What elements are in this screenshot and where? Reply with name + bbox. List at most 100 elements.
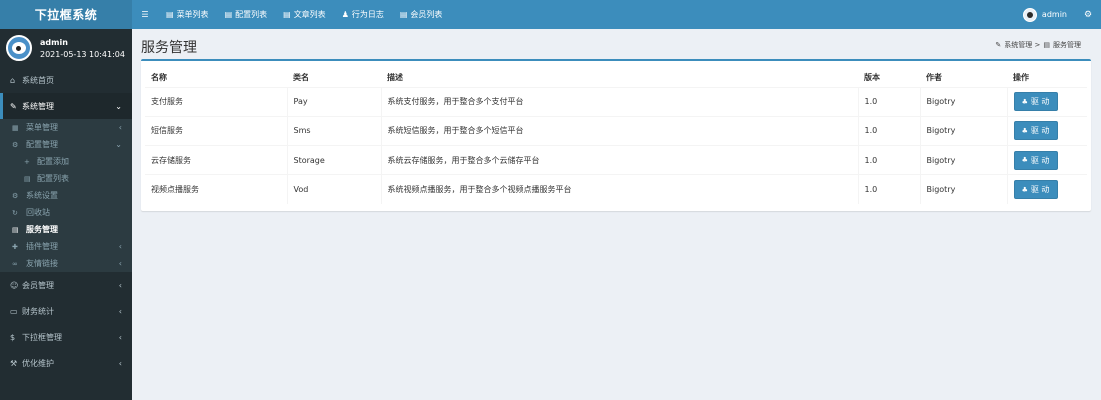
col-header-author: 作者 (920, 69, 1007, 88)
sitemap-icon: ♣ (1021, 126, 1028, 135)
sidebar-item-service[interactable]: ▤ 服务管理 (0, 221, 132, 238)
chevron-left-icon: ‹ (118, 306, 122, 316)
breadcrumb-parent[interactable]: 系统管理 > (1004, 40, 1040, 50)
topnav-article-list[interactable]: ▤ 文章列表 (275, 0, 334, 29)
drive-button[interactable]: ♣ 驱 动 (1013, 180, 1058, 200)
drive-button[interactable]: ♣ 驱 动 (1013, 150, 1058, 170)
sidebar-item-config[interactable]: ⚙ 配置管理 ⌄ (0, 136, 132, 153)
drive-button[interactable]: ♣ 驱 动 (1013, 121, 1058, 141)
sidebar-item-home[interactable]: ⌂ 系统首页 (0, 67, 132, 93)
sidebar-item-links[interactable]: ∞ 友情链接 ‹ (0, 255, 132, 272)
table-row: 视频点播服务 Vod 系统视频点播服务，用于整合多个视频点播服务平台 1.0 B… (145, 174, 1087, 205)
chevron-left-icon: ‹ (118, 242, 122, 251)
system-submenu: ▦ 菜单管理 ‹ ⚙ 配置管理 ⌄ + 配置添加 ▤ 配置列表 ⚙ 系统设置 ↻ 回收站 ▤ 服务… (0, 119, 132, 272)
cell-desc: 系统云存储服务，用于整合多个云储存平台 (380, 145, 858, 175)
footprint-icon: ♟ (341, 10, 349, 19)
chevron-left-icon: ‹ (118, 332, 122, 342)
cell-name: 云存储服务 (145, 145, 287, 175)
cell-action: ♣ 驱 动 (1006, 115, 1087, 146)
gear-icon: ⚙ (12, 140, 19, 149)
sidebar-item-settings[interactable]: ⚙ 系统设置 (0, 187, 132, 204)
col-header-name: 名称 (145, 69, 287, 88)
sidebar-item-member[interactable]: ☺ 会员管理 ‹ (0, 272, 132, 298)
recycle-icon: ↻ (12, 208, 18, 217)
cell-action: ♣ 驱 动 (1006, 86, 1087, 117)
th-icon: ▦ (12, 123, 19, 132)
top-navbar: ☰ ▤ 菜单列表 ▤ 配置列表 ▤ 文章列表 ♟ 行为日志 ▤ 会员列表 admin ⚙ (132, 0, 1101, 29)
topnav-menu-list[interactable]: ▤ 菜单列表 (158, 0, 217, 29)
sidebar-toggle-icon[interactable]: ☰ (132, 0, 158, 29)
cell-author: Bigotry (919, 174, 1007, 205)
list-icon: ▤ (224, 10, 233, 19)
cell-version: 1.0 (857, 115, 920, 146)
link-icon: ∞ (12, 259, 18, 268)
list-icon: ▤ (1043, 41, 1050, 49)
sitemap-icon: ♣ (1021, 185, 1028, 194)
drive-button[interactable]: ♣ 驱 动 (1013, 92, 1058, 112)
service-table-box: 名称 类名 描述 版本 作者 操作 支付服务 Pay 系统支付服务，用于整合多个… (141, 59, 1091, 211)
chevron-left-icon: ‹ (118, 259, 122, 268)
plus-icon: + (24, 157, 30, 166)
list-icon: ▤ (166, 10, 174, 19)
list-icon: ▤ (12, 225, 19, 234)
breadcrumb-current: 服务管理 (1053, 41, 1081, 49)
top-user-name[interactable]: admin (1042, 10, 1067, 19)
cell-author: Bigotry (919, 145, 1007, 175)
cell-name: 短信服务 (145, 115, 287, 146)
user-avatar-small[interactable] (1022, 7, 1037, 22)
topnav-config-list[interactable]: ▤ 配置列表 (217, 0, 276, 29)
cell-version: 1.0 (857, 86, 920, 117)
chevron-down-icon: ⌄ (115, 140, 122, 149)
sitemap-icon: ♣ (1021, 156, 1028, 165)
breadcrumb: ✎ 系统管理 > ▤ 服务管理 (995, 40, 1084, 50)
content-header: 服务管理 ✎ 系统管理 > ▤ 服务管理 (132, 29, 1101, 59)
cell-name: 支付服务 (145, 86, 287, 117)
chevron-down-icon: ⌄ (115, 101, 122, 111)
wrench-icon: ✎ (995, 41, 1002, 49)
puzzle-icon: ✚ (12, 242, 18, 251)
table-row: 支付服务 Pay 系统支付服务，用于整合多个支付平台 1.0 Bigotry ♣… (145, 86, 1087, 117)
cell-class: Storage (286, 145, 381, 175)
sidebar-item-recycle[interactable]: ↻ 回收站 (0, 204, 132, 221)
table-header-row: 名称 类名 描述 版本 作者 操作 (145, 69, 1087, 88)
avatar (6, 35, 32, 61)
cell-desc: 系统支付服务，用于整合多个支付平台 (380, 86, 858, 117)
sidebar-item-optimize[interactable]: ⚒ 优化维护 ‹ (0, 350, 132, 376)
chevron-left-icon: ‹ (118, 123, 122, 132)
cell-action: ♣ 驱 动 (1006, 174, 1087, 205)
sidebar-item-plugin[interactable]: ✚ 插件管理 ‹ (0, 238, 132, 255)
brand-logo[interactable]: 下拉框系统 (0, 0, 132, 29)
col-header-version: 版本 (858, 69, 920, 88)
sidebar-item-menu[interactable]: ▦ 菜单管理 ‹ (0, 119, 132, 136)
cell-author: Bigotry (919, 86, 1007, 117)
sidebar-user-name: admin (40, 37, 68, 47)
service-table: 名称 类名 描述 版本 作者 操作 支付服务 Pay 系统支付服务，用于整合多个… (145, 69, 1087, 205)
sidebar-item-config-list[interactable]: ▤ 配置列表 (0, 170, 132, 187)
desktop-icon: ▭ (10, 306, 18, 316)
sidebar-item-config-add[interactable]: + 配置添加 (0, 153, 132, 170)
dollar-icon: $ (10, 332, 16, 342)
list-icon: ▤ (24, 174, 31, 183)
cell-version: 1.0 (857, 174, 920, 205)
gavel-icon: ⚒ (10, 358, 18, 368)
users-icon: ☺ (10, 280, 19, 290)
gears-icon[interactable]: ⚙ (1079, 10, 1097, 20)
sidebar-item-system[interactable]: ✎ 系统管理 ⌄ (0, 93, 132, 119)
table-row: 云存储服务 Storage 系统云存储服务，用于整合多个云储存平台 1.0 Bi… (145, 145, 1087, 175)
user-panel: admin 2021-05-13 10:41:04 (0, 29, 132, 67)
cell-action: ♣ 驱 动 (1006, 145, 1087, 175)
table-row: 短信服务 Sms 系统短信服务，用于整合多个短信平台 1.0 Bigotry ♣… (145, 115, 1087, 146)
sidebar: admin 2021-05-13 10:41:04 ⌂ 系统首页 ✎ 系统管理 ⌄ … (0, 29, 132, 400)
sidebar-item-dropdown[interactable]: $ 下拉框管理 ‹ (0, 324, 132, 350)
col-header-desc: 描述 (381, 69, 858, 88)
cell-author: Bigotry (919, 115, 1007, 146)
topnav-behavior-log[interactable]: ♟ 行为日志 (334, 0, 392, 29)
chevron-left-icon: ‹ (118, 280, 122, 290)
sidebar-item-finance[interactable]: ▭ 财务统计 ‹ (0, 298, 132, 324)
col-header-class: 类名 (287, 69, 381, 88)
chevron-left-icon: ‹ (118, 358, 122, 368)
topnav-member-list[interactable]: ▤ 会员列表 (392, 0, 451, 29)
cell-version: 1.0 (857, 145, 920, 175)
wrench-icon: ✎ (10, 101, 17, 111)
col-header-action: 操作 (1007, 69, 1087, 88)
